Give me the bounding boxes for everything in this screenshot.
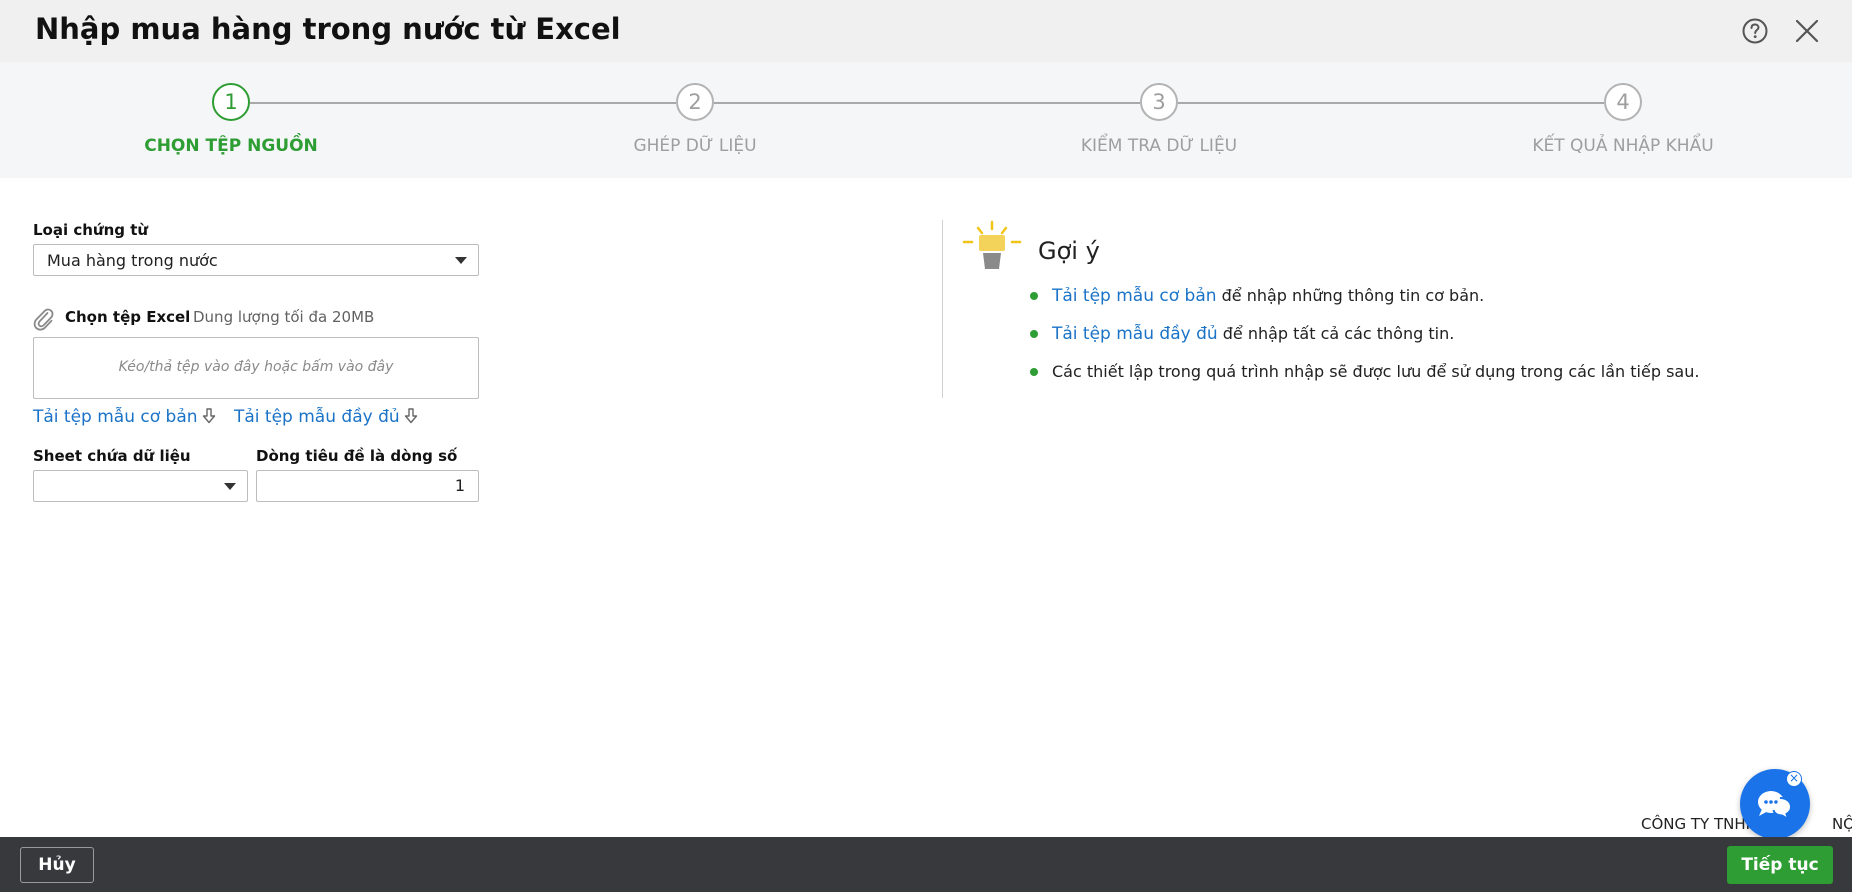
tip-item: Tải tệp mẫu đầy đủ để nhập tất cả các th… [1030,322,1830,360]
chevron-down-icon [455,257,467,264]
wizard-stepper [0,62,1852,178]
tip-basic-template-link[interactable]: Tải tệp mẫu cơ bản [1052,286,1217,306]
dialog-title: Nhập mua hàng trong nước từ Excel [35,12,621,46]
download-basic-label: Tải tệp mẫu cơ bản [33,407,198,427]
download-basic-template-link[interactable]: Tải tệp mẫu cơ bản [33,407,217,427]
tip-item: Tải tệp mẫu cơ bản để nhập những thông t… [1030,284,1830,322]
panel-divider [942,220,943,398]
chevron-down-icon [224,483,236,490]
step-2-label: GHÉP DỮ LIỆU [633,136,757,156]
tips-list: Tải tệp mẫu cơ bản để nhập những thông t… [1030,284,1830,398]
bullet-dot [1030,292,1038,300]
file-size-hint: Dung lượng tối đa 20MB [193,308,375,326]
step-1-label: CHỌN TỆP NGUỒN [144,136,318,156]
cancel-button[interactable]: Hủy [20,847,94,883]
bullet-dot [1030,368,1038,376]
continue-button[interactable]: Tiếp tục [1727,846,1833,884]
step-connector [714,102,1140,104]
chat-close-icon[interactable]: × [1786,771,1802,787]
step-3-label: KIỂM TRA DỮ LIỆU [1080,136,1238,156]
doc-type-label: Loại chứng từ [33,221,149,239]
download-icon [404,408,417,424]
sheet-select[interactable] [33,470,248,502]
dropzone-text: Kéo/thả tệp vào đây hoặc bấm vào đây [118,359,394,375]
header-row-input[interactable]: 1 [256,470,479,502]
tip-text: Các thiết lập trong quá trình nhập sẽ đư… [1052,362,1700,381]
file-label: Chọn tệp Excel [65,308,191,326]
bullet-dot [1030,330,1038,338]
step-2-circle: 2 [676,83,714,121]
paperclip-icon [33,308,54,331]
step-4-circle: 4 [1604,83,1642,121]
step-3-circle: 3 [1140,83,1178,121]
tip-item: Các thiết lập trong quá trình nhập sẽ đư… [1030,360,1830,398]
download-icon [202,408,215,424]
step-connector [250,102,676,104]
download-full-template-link[interactable]: Tải tệp mẫu đầy đủ [234,407,419,427]
step-1-circle: 1 [212,83,250,121]
close-icon[interactable] [1793,17,1821,45]
file-dropzone[interactable]: Kéo/thả tệp vào đây hoặc bấm vào đây [33,337,479,399]
step-4-label: KẾT QUẢ NHẬP KHẨU [1532,136,1714,156]
header-row-label: Dòng tiêu đề là dòng số [256,447,458,465]
company-name-end: NỘI [1831,815,1852,833]
title-bar: Nhập mua hàng trong nước từ Excel [0,0,1852,62]
tip-full-template-link[interactable]: Tải tệp mẫu đầy đủ [1052,324,1218,344]
tip-text: để nhập những thông tin cơ bản. [1216,286,1485,305]
help-icon[interactable] [1741,17,1769,45]
tip-text: để nhập tất cả các thông tin. [1217,324,1455,343]
doc-type-select[interactable]: Mua hàng trong nước [33,244,479,276]
lightbulb-icon [962,220,1022,269]
step-connector [1178,102,1604,104]
sheet-label: Sheet chứa dữ liệu [33,447,191,465]
download-full-label: Tải tệp mẫu đầy đủ [234,407,400,427]
doc-type-value: Mua hàng trong nước [47,251,218,270]
tips-title: Gợi ý [1038,237,1100,265]
footer-bar: Hủy Tiếp tục [0,837,1852,892]
